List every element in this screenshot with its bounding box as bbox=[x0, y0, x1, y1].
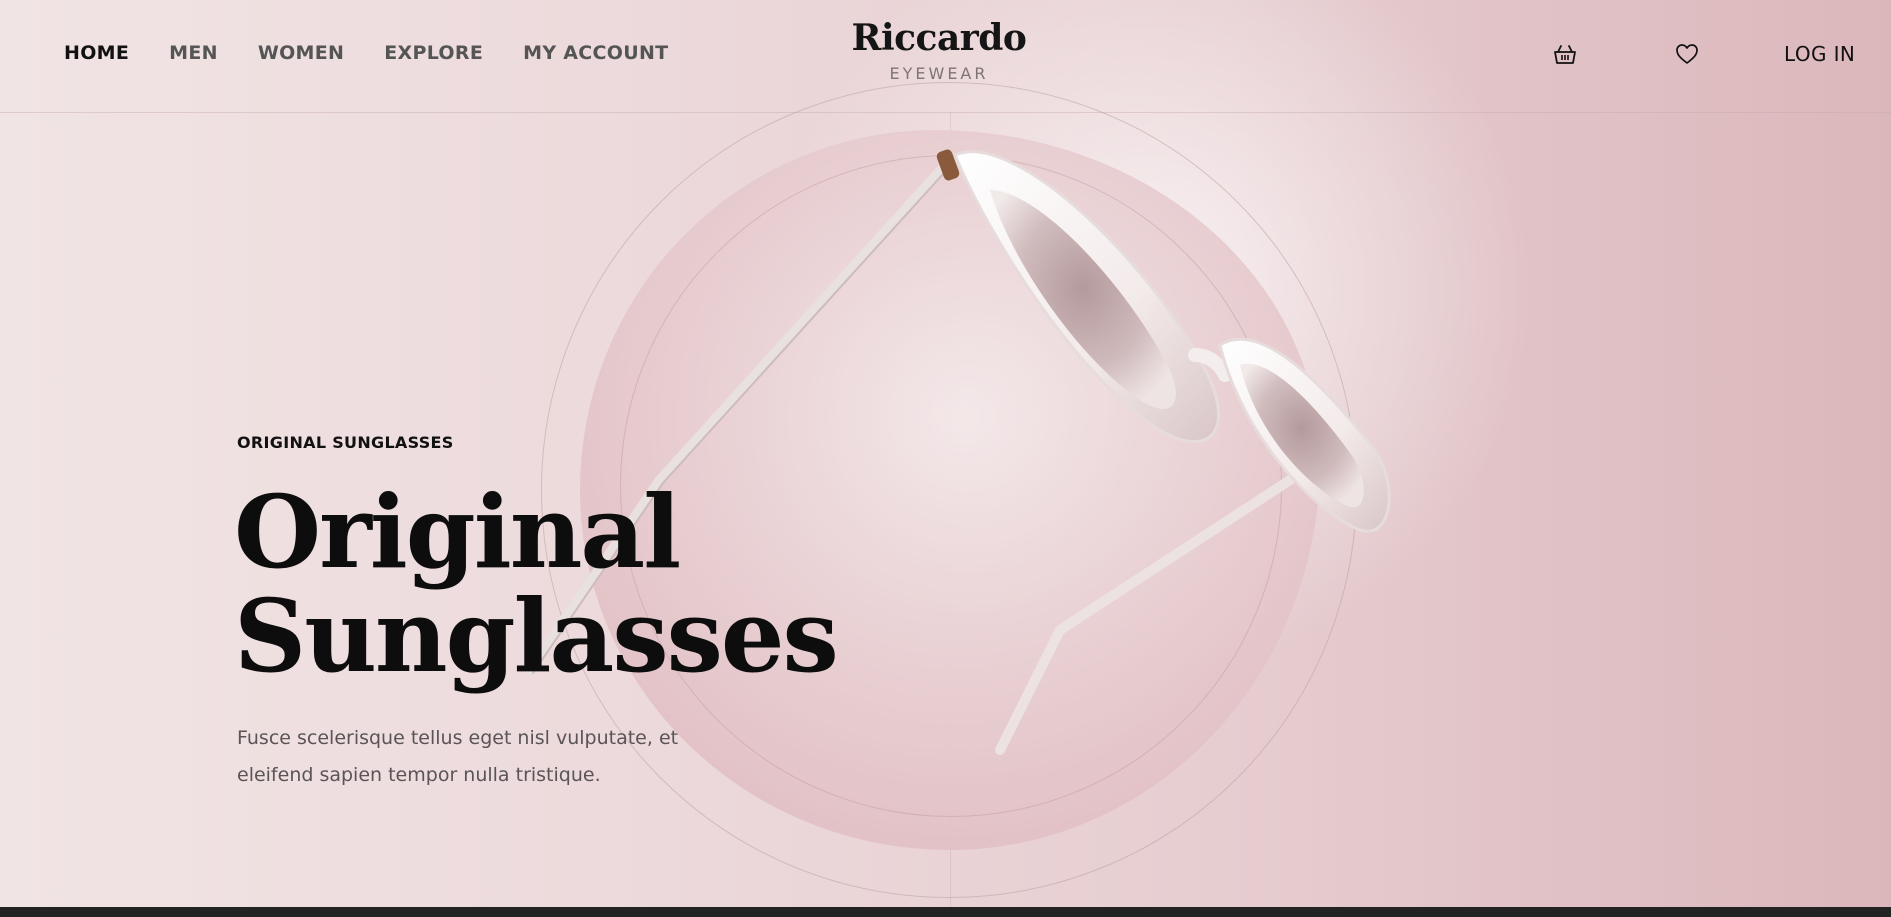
hero-description: Fusce scelerisque tellus eget nisl vulpu… bbox=[237, 720, 757, 794]
heart-icon[interactable] bbox=[1673, 40, 1701, 68]
main-nav: HOME MEN WOMEN EXPLORE MY ACCOUNT bbox=[64, 42, 668, 64]
nav-item-home[interactable]: HOME bbox=[64, 42, 129, 64]
nav-item-my-account[interactable]: MY ACCOUNT bbox=[523, 42, 668, 64]
hero-description-line-2: eleifend sapien tempor nulla tristique. bbox=[237, 764, 601, 786]
logo-name: Riccardo bbox=[851, 17, 1027, 59]
nav-item-women[interactable]: WOMEN bbox=[258, 42, 344, 64]
login-link[interactable]: LOG IN bbox=[1784, 42, 1855, 66]
hero-description-line-1: Fusce scelerisque tellus eget nisl vulpu… bbox=[237, 727, 679, 749]
nav-item-explore[interactable]: EXPLORE bbox=[384, 42, 483, 64]
basket-icon[interactable] bbox=[1551, 40, 1579, 68]
hero-title-line-1: Original bbox=[234, 473, 681, 591]
hero-title-line-2: Sunglasses bbox=[234, 577, 839, 695]
hero-title: Original Sunglasses bbox=[234, 473, 839, 695]
logo-tagline: EYEWEAR bbox=[889, 64, 989, 83]
nav-item-men[interactable]: MEN bbox=[169, 42, 218, 64]
bottom-bar bbox=[0, 907, 1891, 917]
hero-eyebrow: ORIGINAL SUNGLASSES bbox=[237, 433, 454, 452]
brand-logo[interactable]: Riccardo EYEWEAR bbox=[839, 16, 1039, 83]
